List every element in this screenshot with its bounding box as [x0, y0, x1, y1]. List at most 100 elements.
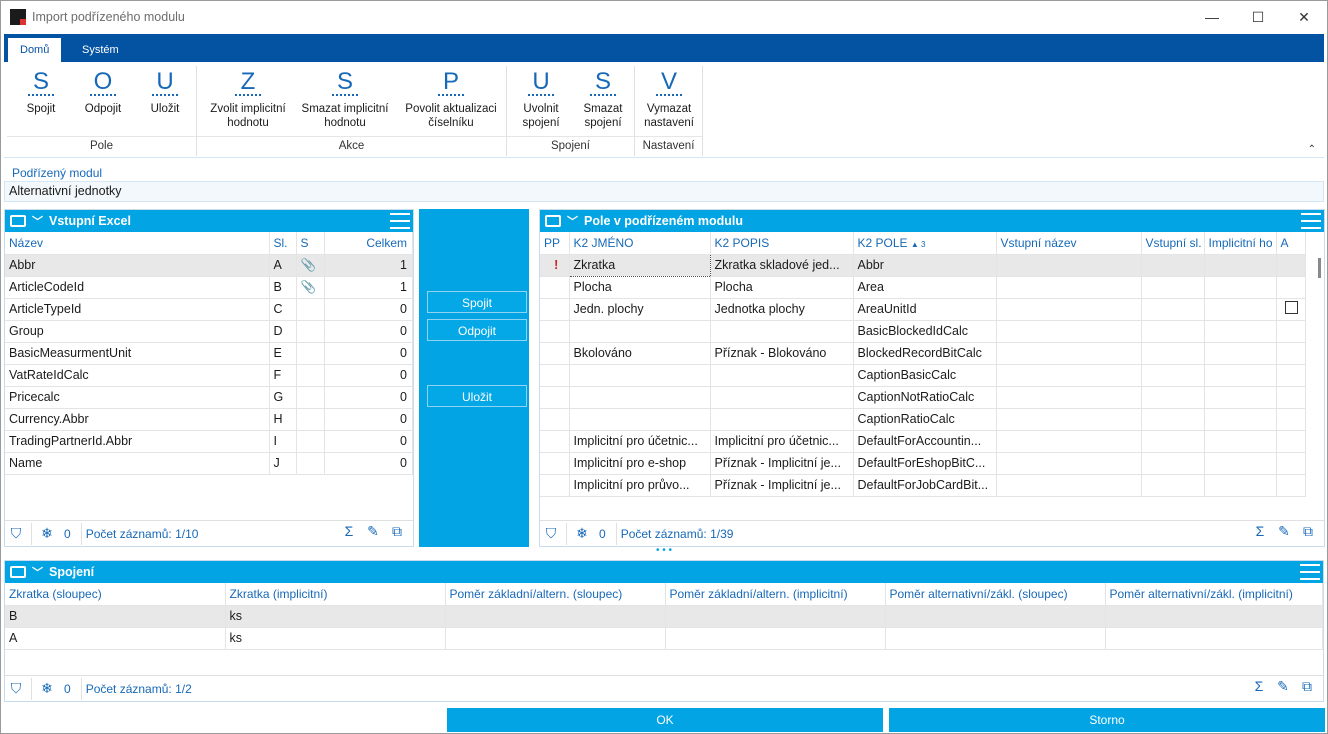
table-row[interactable]: Implicitní pro účetnic... Implicitní pro …	[540, 430, 1306, 453]
cell-update[interactable]	[1276, 320, 1306, 343]
cell-input-name[interactable]	[996, 474, 1142, 497]
cell-input-name[interactable]	[996, 452, 1142, 475]
cell-input-name[interactable]	[996, 298, 1142, 321]
col-header-pomer-zakl-implicitni[interactable]: Poměr základní/altern. (implicitní)	[665, 583, 886, 606]
filter-icon[interactable]: ⛉	[5, 680, 27, 697]
cell-input-col[interactable]	[1141, 408, 1205, 431]
zvolit-implicitni-button[interactable]: Z Zvolit implicitní hodnotu	[201, 70, 295, 130]
table-row[interactable]: Jedn. plochy Jednotka plochy AreaUnitId	[540, 298, 1306, 321]
cell-input-name[interactable]	[996, 364, 1142, 387]
tab-domu[interactable]: Domů	[8, 38, 62, 62]
table-row[interactable]: Implicitní pro průvo... Příznak - Implici…	[540, 474, 1306, 497]
smazat-implicitni-button[interactable]: S Smazat implicitní hodnotu	[297, 70, 393, 130]
cell-input-col[interactable]	[1141, 254, 1205, 277]
spojit-button[interactable]: S Spojit	[11, 70, 71, 116]
hamburger-menu-icon[interactable]	[390, 213, 410, 229]
sum-icon[interactable]: Σ	[1248, 523, 1272, 540]
col-header-zkratka-sloupec[interactable]: Zkratka (sloupec)	[5, 583, 226, 606]
cell-update[interactable]	[1276, 386, 1306, 409]
table-row[interactable]: Abbr A 📎 1	[5, 254, 413, 277]
cell-default[interactable]	[1204, 474, 1277, 497]
horizontal-splitter[interactable]: • • •	[4, 546, 1324, 556]
table-row[interactable]: Pricecalc G 0	[5, 386, 413, 409]
table-row[interactable]: CaptionRatioCalc	[540, 408, 1306, 431]
cell-input-col[interactable]	[1141, 386, 1205, 409]
col-header-zkratka-implicitni[interactable]: Zkratka (implicitní)	[225, 583, 446, 606]
cell-default[interactable]	[1204, 320, 1277, 343]
cell-update[interactable]	[1276, 474, 1306, 497]
cell-input-col[interactable]	[1141, 364, 1205, 387]
table-row[interactable]: Plocha Plocha Area	[540, 276, 1306, 299]
cell-input-name[interactable]	[996, 254, 1142, 277]
hamburger-menu-icon[interactable]	[1301, 213, 1321, 229]
odpojit-button[interactable]: O Odpojit	[73, 70, 133, 116]
smazat-spojeni-button[interactable]: S Smazat spojení	[573, 70, 633, 130]
ulozit-button[interactable]: U Uložit	[135, 70, 195, 116]
vertical-scrollbar[interactable]	[1316, 258, 1322, 488]
cell-update[interactable]	[1276, 364, 1306, 387]
cell-default[interactable]	[1204, 386, 1277, 409]
col-header-k2-pole[interactable]: K2 POLE ▲ 3	[853, 232, 997, 255]
edit-icon[interactable]: ✎	[1271, 678, 1295, 695]
cell-input-col[interactable]	[1141, 430, 1205, 453]
table-row[interactable]: Group D 0	[5, 320, 413, 343]
cell-update[interactable]	[1276, 276, 1306, 299]
table-row[interactable]: CaptionNotRatioCalc	[540, 386, 1306, 409]
book-icon[interactable]	[10, 566, 26, 578]
col-header-vstupni-nazev[interactable]: Vstupní název	[996, 232, 1142, 255]
col-header-vstupni-sl[interactable]: Vstupní sl.	[1141, 232, 1205, 255]
col-header-k2-popis[interactable]: K2 POPIS	[710, 232, 854, 255]
export-icon[interactable]: ⧉	[1296, 523, 1320, 540]
cell-input-name[interactable]	[996, 342, 1142, 365]
chevron-down-icon[interactable]: ﹀	[32, 213, 43, 229]
cell-default[interactable]	[1204, 408, 1277, 431]
table-row[interactable]: Currency.Abbr H 0	[5, 408, 413, 431]
export-icon[interactable]: ⧉	[385, 523, 409, 540]
cell-default[interactable]	[1204, 342, 1277, 365]
cell-input-col[interactable]	[1141, 276, 1205, 299]
table-row[interactable]: Name J 0	[5, 452, 413, 475]
middle-ulozit-button[interactable]: Uložit	[427, 385, 527, 407]
chevron-down-icon[interactable]: ﹀	[567, 213, 578, 229]
col-header-a[interactable]: A	[1276, 232, 1306, 255]
table-row[interactable]: ArticleTypeId C 0	[5, 298, 413, 321]
cell-update[interactable]	[1276, 298, 1306, 321]
cell-default[interactable]	[1204, 452, 1277, 475]
cell-input-name[interactable]	[996, 320, 1142, 343]
col-header-pomer-alt-implicitni[interactable]: Poměr alternativní/zákl. (implicitní)	[1105, 583, 1323, 606]
table-row[interactable]: CaptionBasicCalc	[540, 364, 1306, 387]
table-row[interactable]: VatRateIdCalc F 0	[5, 364, 413, 387]
checkbox[interactable]	[1284, 301, 1298, 314]
table-row[interactable]: Implicitní pro e-shop Příznak - Implicitn…	[540, 452, 1306, 475]
col-header-s[interactable]: S	[296, 232, 325, 255]
uvolnit-spojeni-button[interactable]: U Uvolnit spojení	[511, 70, 571, 130]
cell-update[interactable]	[1276, 430, 1306, 453]
cell-input-col[interactable]	[1141, 474, 1205, 497]
table-row[interactable]: Aks	[5, 627, 1323, 650]
cell-default[interactable]	[1204, 276, 1277, 299]
cell-update[interactable]	[1276, 254, 1306, 277]
ok-button[interactable]: OK	[447, 708, 883, 732]
snowflake-icon[interactable]: ❄	[36, 525, 58, 542]
table-row[interactable]: ArticleCodeId B 📎 1	[5, 276, 413, 299]
cell-update[interactable]	[1276, 452, 1306, 475]
filter-icon[interactable]: ⛉	[540, 525, 562, 542]
hamburger-menu-icon[interactable]	[1300, 564, 1320, 580]
col-header-nazev[interactable]: Název	[5, 232, 270, 255]
cell-default[interactable]	[1204, 430, 1277, 453]
table-row[interactable]: BasicBlockedIdCalc	[540, 320, 1306, 343]
vymazat-nastaveni-button[interactable]: V Vymazat nastavení	[638, 70, 700, 130]
chevron-up-icon[interactable]: ⌃	[1308, 144, 1316, 155]
export-icon[interactable]: ⧉	[1295, 678, 1319, 695]
cell-input-col[interactable]	[1141, 320, 1205, 343]
cell-default[interactable]	[1204, 364, 1277, 387]
maximize-button[interactable]: ☐	[1235, 1, 1281, 33]
sum-icon[interactable]: Σ	[1247, 678, 1271, 695]
filter-icon[interactable]: ⛉	[5, 525, 27, 542]
col-header-pomer-zakl-sloupec[interactable]: Poměr základní/altern. (sloupec)	[445, 583, 666, 606]
col-header-celkem[interactable]: Celkem	[324, 232, 413, 255]
col-header-pp[interactable]: PP	[540, 232, 570, 255]
cell-input-col[interactable]	[1141, 452, 1205, 475]
col-header-k2-jmeno[interactable]: K2 JMÉNO	[569, 232, 711, 255]
sum-icon[interactable]: Σ	[337, 523, 361, 540]
